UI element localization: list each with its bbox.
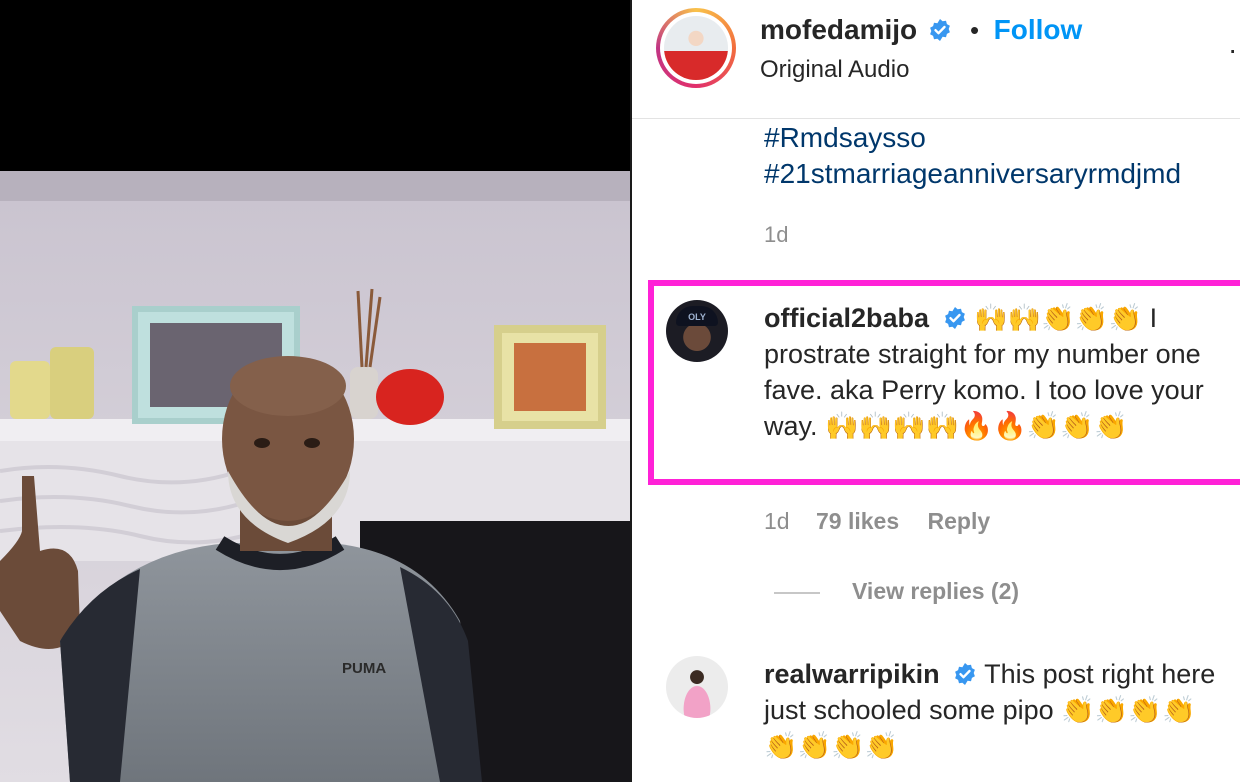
verified-icon (944, 307, 965, 329)
separator-dot: • (970, 15, 980, 45)
replies-line (774, 591, 820, 594)
post-username[interactable]: mofedamijo (760, 14, 917, 45)
video-frame: PUMA (0, 171, 630, 782)
comment-timestamp[interactable]: 1d (764, 508, 790, 534)
hashtag-link[interactable]: #Rmdsaysso (764, 122, 926, 154)
commenter-avatar[interactable]: OLY (666, 300, 728, 362)
story-avatar[interactable] (656, 8, 736, 88)
reply-button[interactable]: Reply (928, 508, 991, 534)
comment-body: realwarripikin This post right here just… (764, 656, 1224, 764)
post-header: mofedamijo • Follow (760, 14, 1082, 46)
comments-panel: mofedamijo • Follow Original Audio · #Rm… (632, 0, 1240, 782)
audio-label[interactable]: Original Audio (760, 56, 909, 84)
follow-button[interactable]: Follow (994, 14, 1083, 45)
avatar-ring-inner (660, 12, 732, 84)
comment-username[interactable]: official2baba (764, 303, 929, 333)
more-options-icon[interactable]: · (1228, 34, 1238, 66)
scene-illustration: PUMA (0, 171, 630, 782)
commenter-avatar[interactable] (666, 656, 728, 718)
verified-icon (955, 663, 976, 685)
likes-count[interactable]: 79 likes (816, 508, 899, 534)
comment-body: official2baba 🙌🙌👏👏👏 I prostrate straight… (764, 300, 1224, 444)
comment-meta: 1d 79 likes Reply (764, 508, 990, 535)
hashtag-link[interactable]: #21stmarriageanniversaryrmdjmd (764, 158, 1181, 190)
letterbox-bar (0, 0, 630, 171)
header-divider (632, 118, 1240, 119)
view-replies-button[interactable]: View replies (2) (774, 578, 1019, 605)
shirt-logo: PUMA (342, 660, 386, 677)
cap-text: OLY (676, 306, 718, 326)
post-media[interactable]: PUMA (0, 0, 630, 782)
view-replies-label: View replies (2) (852, 578, 1020, 604)
post-timestamp[interactable]: 1d (764, 222, 788, 248)
verified-icon (929, 19, 950, 41)
avatar (664, 16, 728, 80)
comment-username[interactable]: realwarripikin (764, 659, 940, 689)
